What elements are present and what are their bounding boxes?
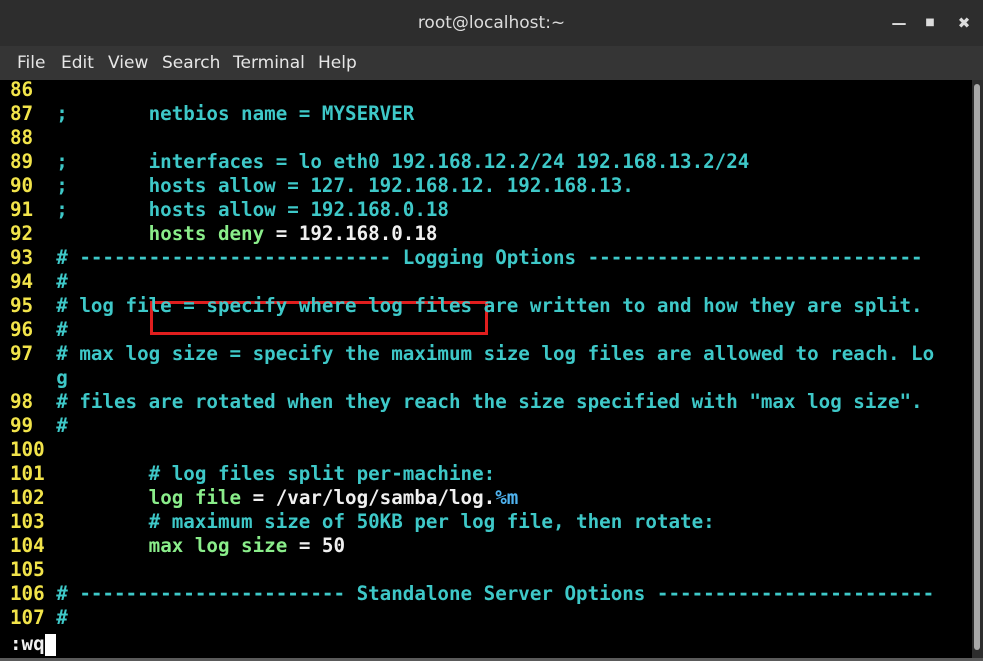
- close-button[interactable]: ✖: [953, 12, 975, 34]
- maximize-button[interactable]: ■: [919, 12, 941, 34]
- line-text: # log file = specify where log files are…: [56, 294, 923, 317]
- config-value: 192.168.0.18: [298, 222, 438, 245]
- line-text: # max log size = specify the maximum siz…: [56, 342, 935, 365]
- line-number: 89: [10, 150, 34, 173]
- editor-line: 88: [10, 126, 56, 150]
- line-number: 98: [10, 390, 34, 413]
- line-text: # ----------------------- Standalone Ser…: [56, 582, 935, 605]
- editor-line: 106 # ----------------------- Standalone…: [10, 582, 934, 606]
- editor-line: 104 max log size = 50: [10, 534, 346, 557]
- line-number: 90: [10, 174, 34, 197]
- menu-view[interactable]: View: [104, 46, 152, 80]
- line-number: 94: [10, 270, 34, 293]
- window-title: root@localhost:~: [417, 13, 566, 33]
- line-number: 105: [10, 558, 45, 581]
- line-number: 91: [10, 198, 34, 221]
- menu-help[interactable]: Help: [314, 46, 361, 80]
- line-number: 106: [10, 582, 45, 605]
- line-text: # --------------------------- Logging Op…: [56, 246, 923, 269]
- line-number: 88: [10, 126, 34, 149]
- minimize-button[interactable]: —: [888, 12, 910, 34]
- line-number: 96: [10, 318, 34, 341]
- command-text: :wq: [10, 632, 45, 655]
- scrollbar-thumb[interactable]: [974, 84, 980, 650]
- config-key: max log size: [148, 534, 288, 557]
- editor-line: 107 #: [10, 606, 68, 630]
- line-text: # maximum size of 50KB per log file, the…: [56, 510, 715, 533]
- config-key: log file: [148, 486, 242, 509]
- line-number: 86: [10, 80, 34, 101]
- minimize-icon: —: [891, 14, 907, 32]
- line-text: g: [56, 366, 68, 389]
- line-text: ; netbios name = MYSERVER: [56, 102, 415, 125]
- menu-bar: File Edit View Search Terminal Help: [0, 46, 983, 80]
- editor-line: 86: [10, 80, 56, 102]
- line-text: # files are rotated when they reach the …: [56, 390, 923, 413]
- line-number: 102: [10, 486, 45, 509]
- maximize-icon: ■: [925, 17, 935, 28]
- title-bar: root@localhost:~ — ■ ✖: [0, 0, 983, 46]
- line-text: ; interfaces = lo eth0 192.168.12.2/24 1…: [56, 150, 750, 173]
- menu-file[interactable]: File: [13, 46, 49, 80]
- line-number: 93: [10, 246, 34, 269]
- line-number: 100: [10, 438, 45, 461]
- line-text: ; hosts allow = 192.168.0.18: [56, 198, 449, 221]
- line-text: #: [56, 414, 68, 437]
- line-text: #: [56, 606, 68, 629]
- line-number: 97: [10, 342, 34, 365]
- line-text: ; hosts allow = 127. 192.168.12. 192.168…: [56, 174, 634, 197]
- config-value: /var/log/samba/log.: [275, 486, 496, 509]
- terminal-view[interactable]: :wq 86 87 ; netbios name = MYSERVER 88 89…: [10, 80, 972, 658]
- editor-line: 91 ; hosts allow = 192.168.0.18: [10, 198, 449, 222]
- config-value: 50: [321, 534, 346, 557]
- editor-line: g: [10, 366, 68, 390]
- vertical-scrollbar[interactable]: [972, 80, 983, 658]
- editor-line: 92 hosts deny = 192.168.0.18: [10, 222, 438, 245]
- line-number: 103: [10, 510, 45, 533]
- config-key: hosts deny: [148, 222, 265, 245]
- editor-line: 94 #: [10, 270, 68, 294]
- editor-line: 98 # files are rotated when they reach t…: [10, 390, 923, 414]
- command-line[interactable]: :wq: [10, 632, 56, 656]
- editor-line: 102 log file = /var/log/samba/log.%m: [10, 486, 519, 509]
- line-number: 107: [10, 606, 45, 629]
- editor-line: 87 ; netbios name = MYSERVER: [10, 102, 414, 126]
- line-number: 104: [10, 534, 45, 557]
- editor-line: 101 # log files split per-machine:: [10, 462, 495, 486]
- editor-line: 95 # log file = specify where log files …: [10, 294, 923, 318]
- close-icon: ✖: [957, 14, 971, 32]
- line-text: # log files split per-machine:: [56, 462, 496, 485]
- editor-line: 100: [10, 438, 56, 462]
- line-number: 101: [10, 462, 45, 485]
- editor-line: 99 #: [10, 414, 68, 438]
- editor-line: 103 # maximum size of 50KB per log file,…: [10, 510, 715, 534]
- editor-line: 89 ; interfaces = lo eth0 192.168.12.2/2…: [10, 150, 749, 174]
- menu-terminal[interactable]: Terminal: [229, 46, 309, 80]
- line-number: 95: [10, 294, 34, 317]
- text-cursor: [44, 633, 56, 656]
- editor-line: 93 # --------------------------- Logging…: [10, 246, 923, 270]
- editor-line: 97 # max log size = specify the maximum …: [10, 342, 934, 366]
- line-text: #: [56, 318, 68, 341]
- editor-line: 90 ; hosts allow = 127. 192.168.12. 192.…: [10, 174, 634, 198]
- menu-edit[interactable]: Edit: [57, 46, 98, 80]
- line-text: #: [56, 270, 68, 293]
- menu-search[interactable]: Search: [158, 46, 224, 80]
- line-number: 99: [10, 414, 34, 437]
- line-number: 92: [10, 222, 34, 245]
- editor-line: 96 #: [10, 318, 68, 342]
- format-specifier: %m: [495, 486, 519, 509]
- editor-line: 105: [10, 558, 56, 582]
- line-number: 87: [10, 102, 34, 125]
